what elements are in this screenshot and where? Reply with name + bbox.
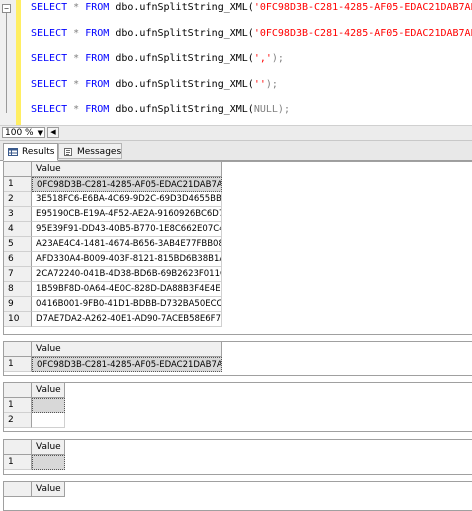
- scroll-left-button[interactable]: ◀: [47, 127, 59, 138]
- code-line-3[interactable]: SELECT * FROM dbo.ufnSplitString_XML(','…: [31, 53, 284, 65]
- value-cell[interactable]: AFD330A4-B009-403F-8121-815BD6B38B1A: [32, 252, 222, 267]
- query-editor[interactable]: − SELECT * FROM dbo.ufnSplitString_XML('…: [0, 0, 472, 125]
- corner-header[interactable]: [4, 162, 32, 177]
- value-cell[interactable]: 0FC98D3B-C281-4285-AF05-EDAC21DAB7AB: [32, 177, 222, 192]
- row-number[interactable]: 1: [4, 455, 32, 470]
- value-cell[interactable]: A23AE4C4-1481-4674-B656-3AB4E77FBB08: [32, 237, 222, 252]
- chevron-down-icon: ▼: [37, 129, 43, 137]
- value-cell[interactable]: D7AE7DA2-A262-40E1-AD90-7ACEB58E6F76: [32, 312, 222, 327]
- code-line-4[interactable]: SELECT * FROM dbo.ufnSplitString_XML('')…: [31, 79, 278, 91]
- corner-header[interactable]: [4, 342, 32, 357]
- row-number[interactable]: 8: [4, 282, 32, 297]
- corner-header[interactable]: [4, 383, 32, 398]
- messages-icon: [64, 148, 72, 156]
- row-number[interactable]: 1: [4, 177, 32, 192]
- column-header-value[interactable]: Value: [32, 342, 222, 357]
- collapse-outline-icon[interactable]: −: [2, 4, 11, 13]
- row-number[interactable]: 7: [4, 267, 32, 282]
- row-number[interactable]: 6: [4, 252, 32, 267]
- zoom-bar: 100 % ▼ ◀: [0, 125, 472, 141]
- editor-gutter: [0, 0, 16, 125]
- tab-results[interactable]: Results: [3, 143, 58, 161]
- row-number[interactable]: 1: [4, 357, 32, 372]
- code-line-1[interactable]: SELECT * FROM dbo.ufnSplitString_XML('0F…: [31, 2, 472, 14]
- zoom-value: 100 %: [5, 128, 34, 138]
- result-grid-3[interactable]: Value 1 2: [3, 382, 472, 432]
- column-header-value[interactable]: Value: [32, 383, 65, 398]
- value-cell[interactable]: 2CA72240-041B-4D38-BD6B-69B2623F011C: [32, 267, 222, 282]
- row-number[interactable]: 2: [4, 413, 32, 428]
- code-line-2[interactable]: SELECT * FROM dbo.ufnSplitString_XML('0F…: [31, 28, 472, 40]
- value-cell[interactable]: 3E518FC6-E6BA-4C69-9D2C-69D3D4655BB9: [32, 192, 222, 207]
- row-number[interactable]: 9: [4, 297, 32, 312]
- grid-icon: [8, 148, 18, 156]
- results-tab-strip: Results Messages: [0, 141, 472, 161]
- value-cell[interactable]: 1B59BF8D-0A64-4E0C-828D-DA88B3F4E4E3: [32, 282, 222, 297]
- value-cell[interactable]: 0FC98D3B-C281-4285-AF05-EDAC21DAB7AB: [32, 357, 222, 372]
- column-header-value[interactable]: Value: [32, 482, 65, 497]
- value-cell[interactable]: 95E39F91-DD43-40B5-B770-1E8C662E07C4: [32, 222, 222, 237]
- change-tracking-bar: [16, 0, 21, 125]
- row-number[interactable]: 1: [4, 398, 32, 413]
- row-number[interactable]: 10: [4, 312, 32, 327]
- value-cell[interactable]: [32, 413, 65, 428]
- row-number[interactable]: 2: [4, 192, 32, 207]
- column-header-value[interactable]: Value: [32, 440, 65, 455]
- value-cell[interactable]: 0416B001-9FB0-41D1-BDBB-D732BA50ECC0: [32, 297, 222, 312]
- value-cell[interactable]: E95190CB-E19A-4F52-AE2A-9160926BC6D7: [32, 207, 222, 222]
- zoom-dropdown[interactable]: 100 % ▼: [2, 127, 45, 138]
- code-line-5[interactable]: SELECT * FROM dbo.ufnSplitString_XML(NUL…: [31, 104, 290, 116]
- corner-header[interactable]: [4, 440, 32, 455]
- tab-messages-label: Messages: [77, 147, 122, 157]
- value-cell[interactable]: [32, 398, 65, 413]
- row-number[interactable]: 3: [4, 207, 32, 222]
- outline-line: [6, 13, 7, 113]
- row-number[interactable]: 5: [4, 237, 32, 252]
- tab-messages[interactable]: Messages: [58, 143, 122, 159]
- result-grid-1[interactable]: Value 1 0FC98D3B-C281-4285-AF05-EDAC21DA…: [3, 161, 472, 335]
- row-number[interactable]: 4: [4, 222, 32, 237]
- corner-header[interactable]: [4, 482, 32, 497]
- result-grid-5[interactable]: Value: [3, 481, 472, 511]
- result-grid-2[interactable]: Value 1 0FC98D3B-C281-4285-AF05-EDAC21DA…: [3, 341, 472, 376]
- column-header-value[interactable]: Value: [32, 162, 222, 177]
- result-grid-4[interactable]: Value 1: [3, 439, 472, 475]
- value-cell[interactable]: [32, 455, 65, 470]
- tab-results-label: Results: [22, 147, 55, 157]
